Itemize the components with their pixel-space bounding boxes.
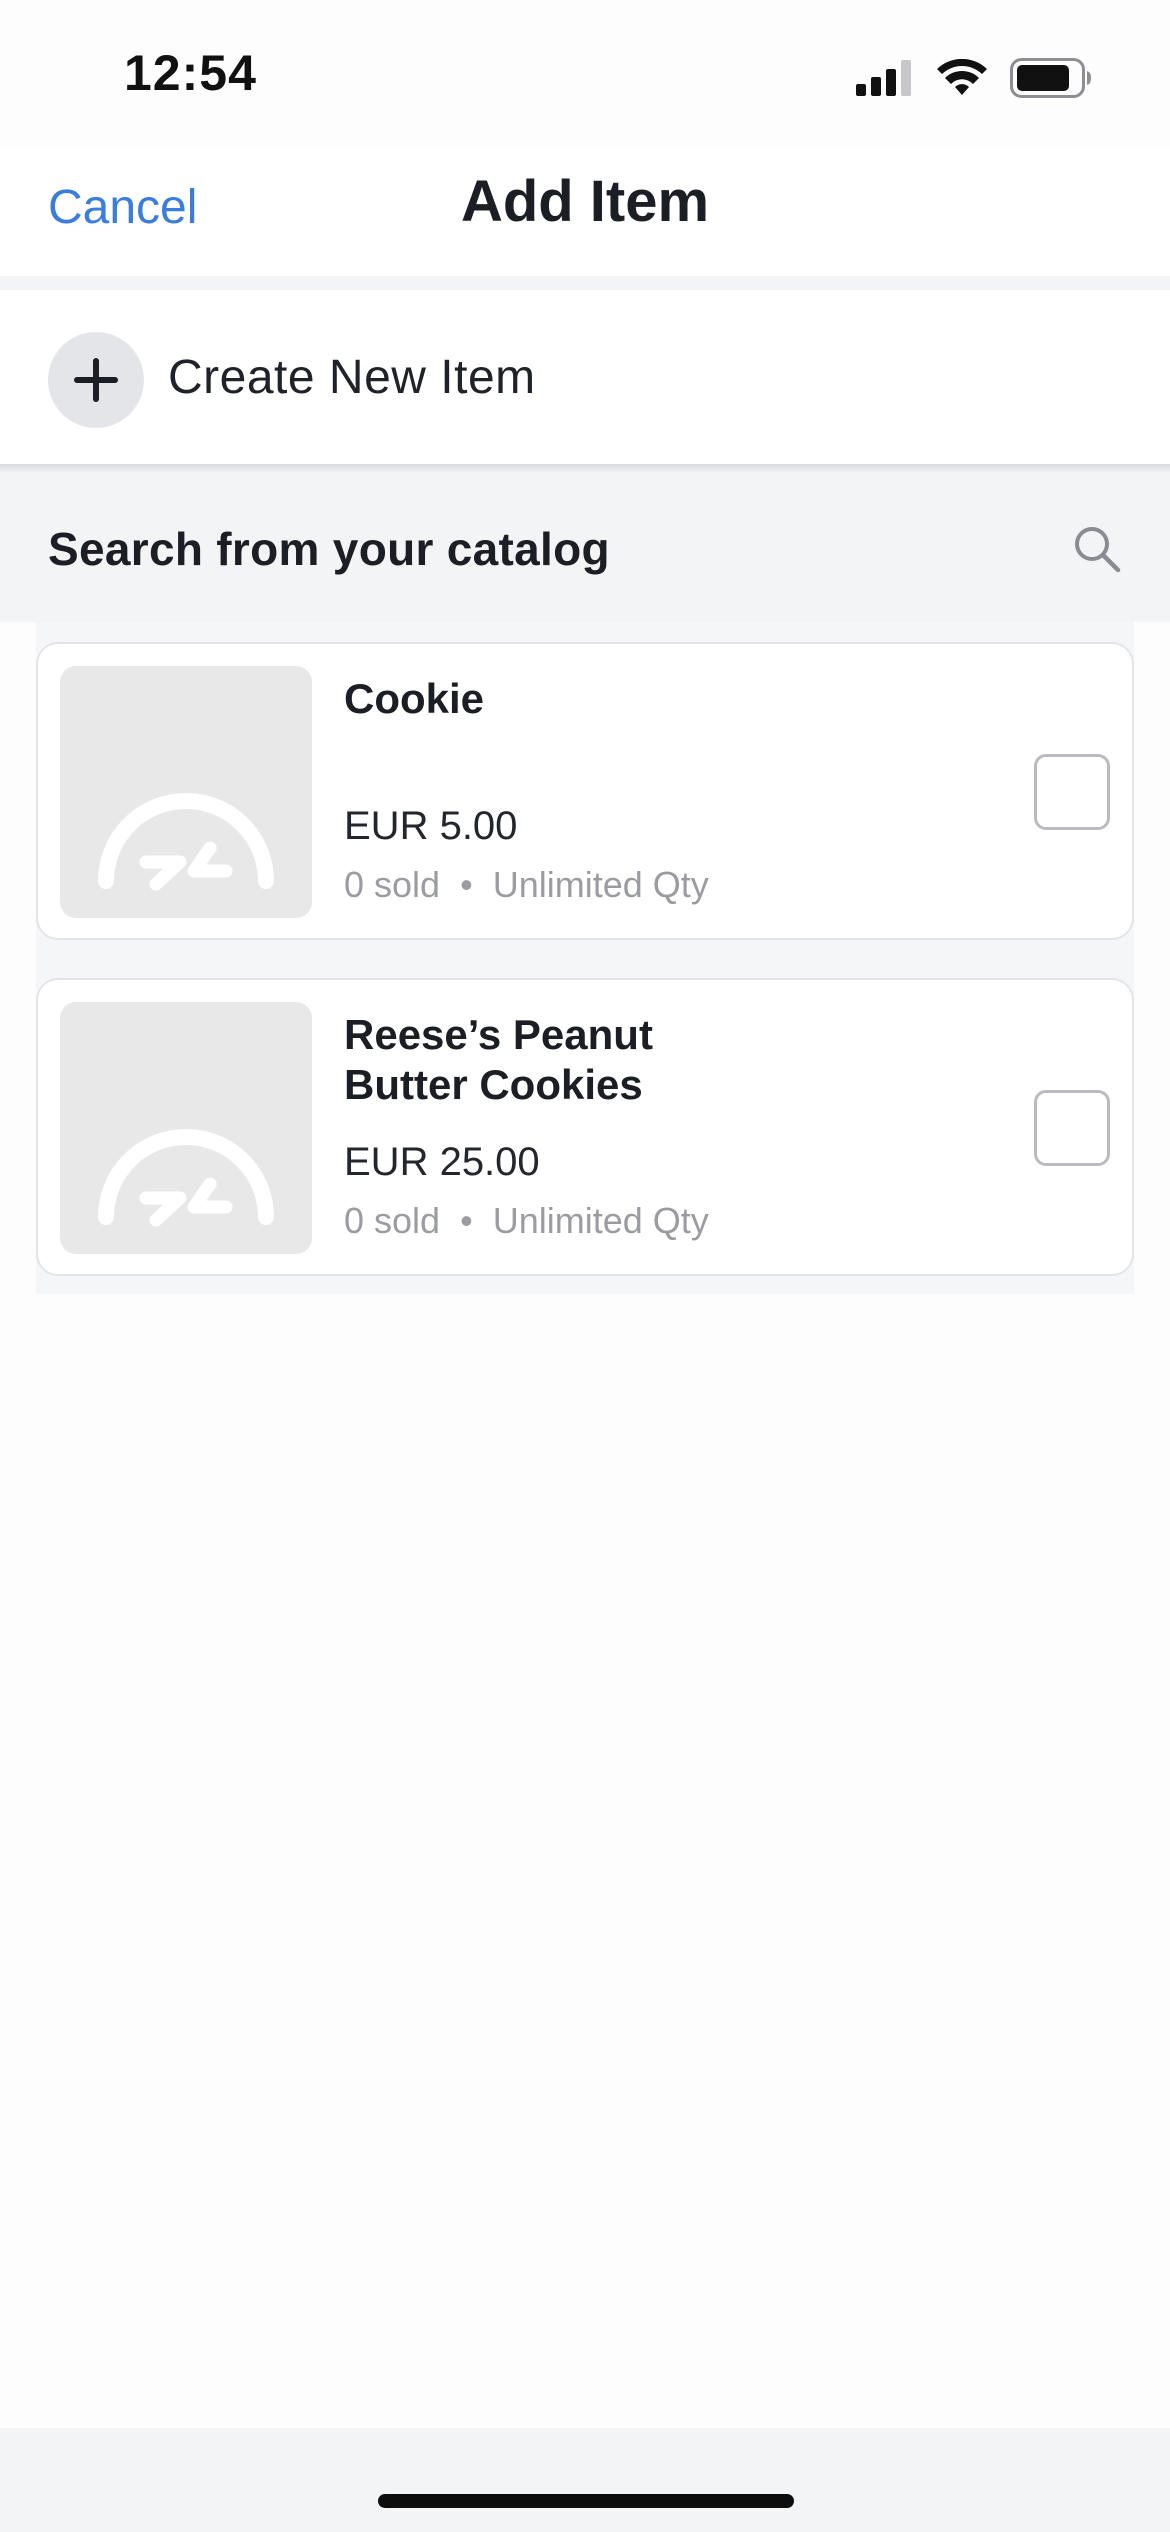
divider xyxy=(0,464,1170,472)
item-sold-count: 0 sold xyxy=(344,1200,441,1241)
home-indicator-area xyxy=(0,2428,1170,2532)
catalog-heading: Search from your catalog xyxy=(48,523,610,575)
search-icon[interactable] xyxy=(1072,524,1122,574)
battery-icon xyxy=(1010,58,1091,98)
item-quantity: Unlimited Qty xyxy=(492,864,709,905)
plus-icon xyxy=(48,332,144,428)
item-meta: 0 sold • Unlimited Qty xyxy=(344,1200,709,1242)
wifi-icon xyxy=(937,59,987,95)
item-price: EUR 25.00 xyxy=(344,1140,540,1184)
meta-separator: • xyxy=(460,864,473,905)
create-new-item-button[interactable]: Create New Item xyxy=(0,290,1170,466)
page-title: Add Item xyxy=(460,169,710,234)
meta-separator: • xyxy=(460,1200,473,1241)
status-time: 12:54 xyxy=(124,45,257,101)
create-new-item-label: Create New Item xyxy=(168,351,536,404)
list-item[interactable]: Reese’s Peanut Butter Cookies EUR 25.00 … xyxy=(36,978,1134,1276)
status-bar: 12:54 xyxy=(0,0,1170,150)
home-indicator[interactable] xyxy=(378,2494,794,2508)
list-item[interactable]: Cookie EUR 5.00 0 sold • Unlimited Qty xyxy=(36,642,1134,940)
item-name: Cookie xyxy=(344,675,485,722)
add-item-screen: 12:54 Cancel Add Item Create New Item Se… xyxy=(0,0,1170,2532)
item-quantity: Unlimited Qty xyxy=(492,1200,709,1241)
item-meta: 0 sold • Unlimited Qty xyxy=(344,864,709,906)
item-select-checkbox[interactable] xyxy=(1034,1090,1110,1166)
placeholder-logo-icon xyxy=(98,793,274,891)
catalog-search-header: Search from your catalog xyxy=(0,472,1170,622)
item-name: Reese’s Peanut Butter Cookies xyxy=(344,1011,653,1108)
placeholder-logo-icon xyxy=(98,1129,274,1227)
item-price: EUR 5.00 xyxy=(344,804,518,848)
item-select-checkbox[interactable] xyxy=(1034,754,1110,830)
status-icons xyxy=(856,56,1092,100)
item-sold-count: 0 sold xyxy=(344,864,441,905)
navigation-bar: Cancel Add Item xyxy=(0,150,1170,276)
item-image-placeholder xyxy=(60,1002,312,1254)
item-image-placeholder xyxy=(60,666,312,918)
cellular-signal-icon xyxy=(856,60,911,96)
section-gap xyxy=(0,276,1170,290)
